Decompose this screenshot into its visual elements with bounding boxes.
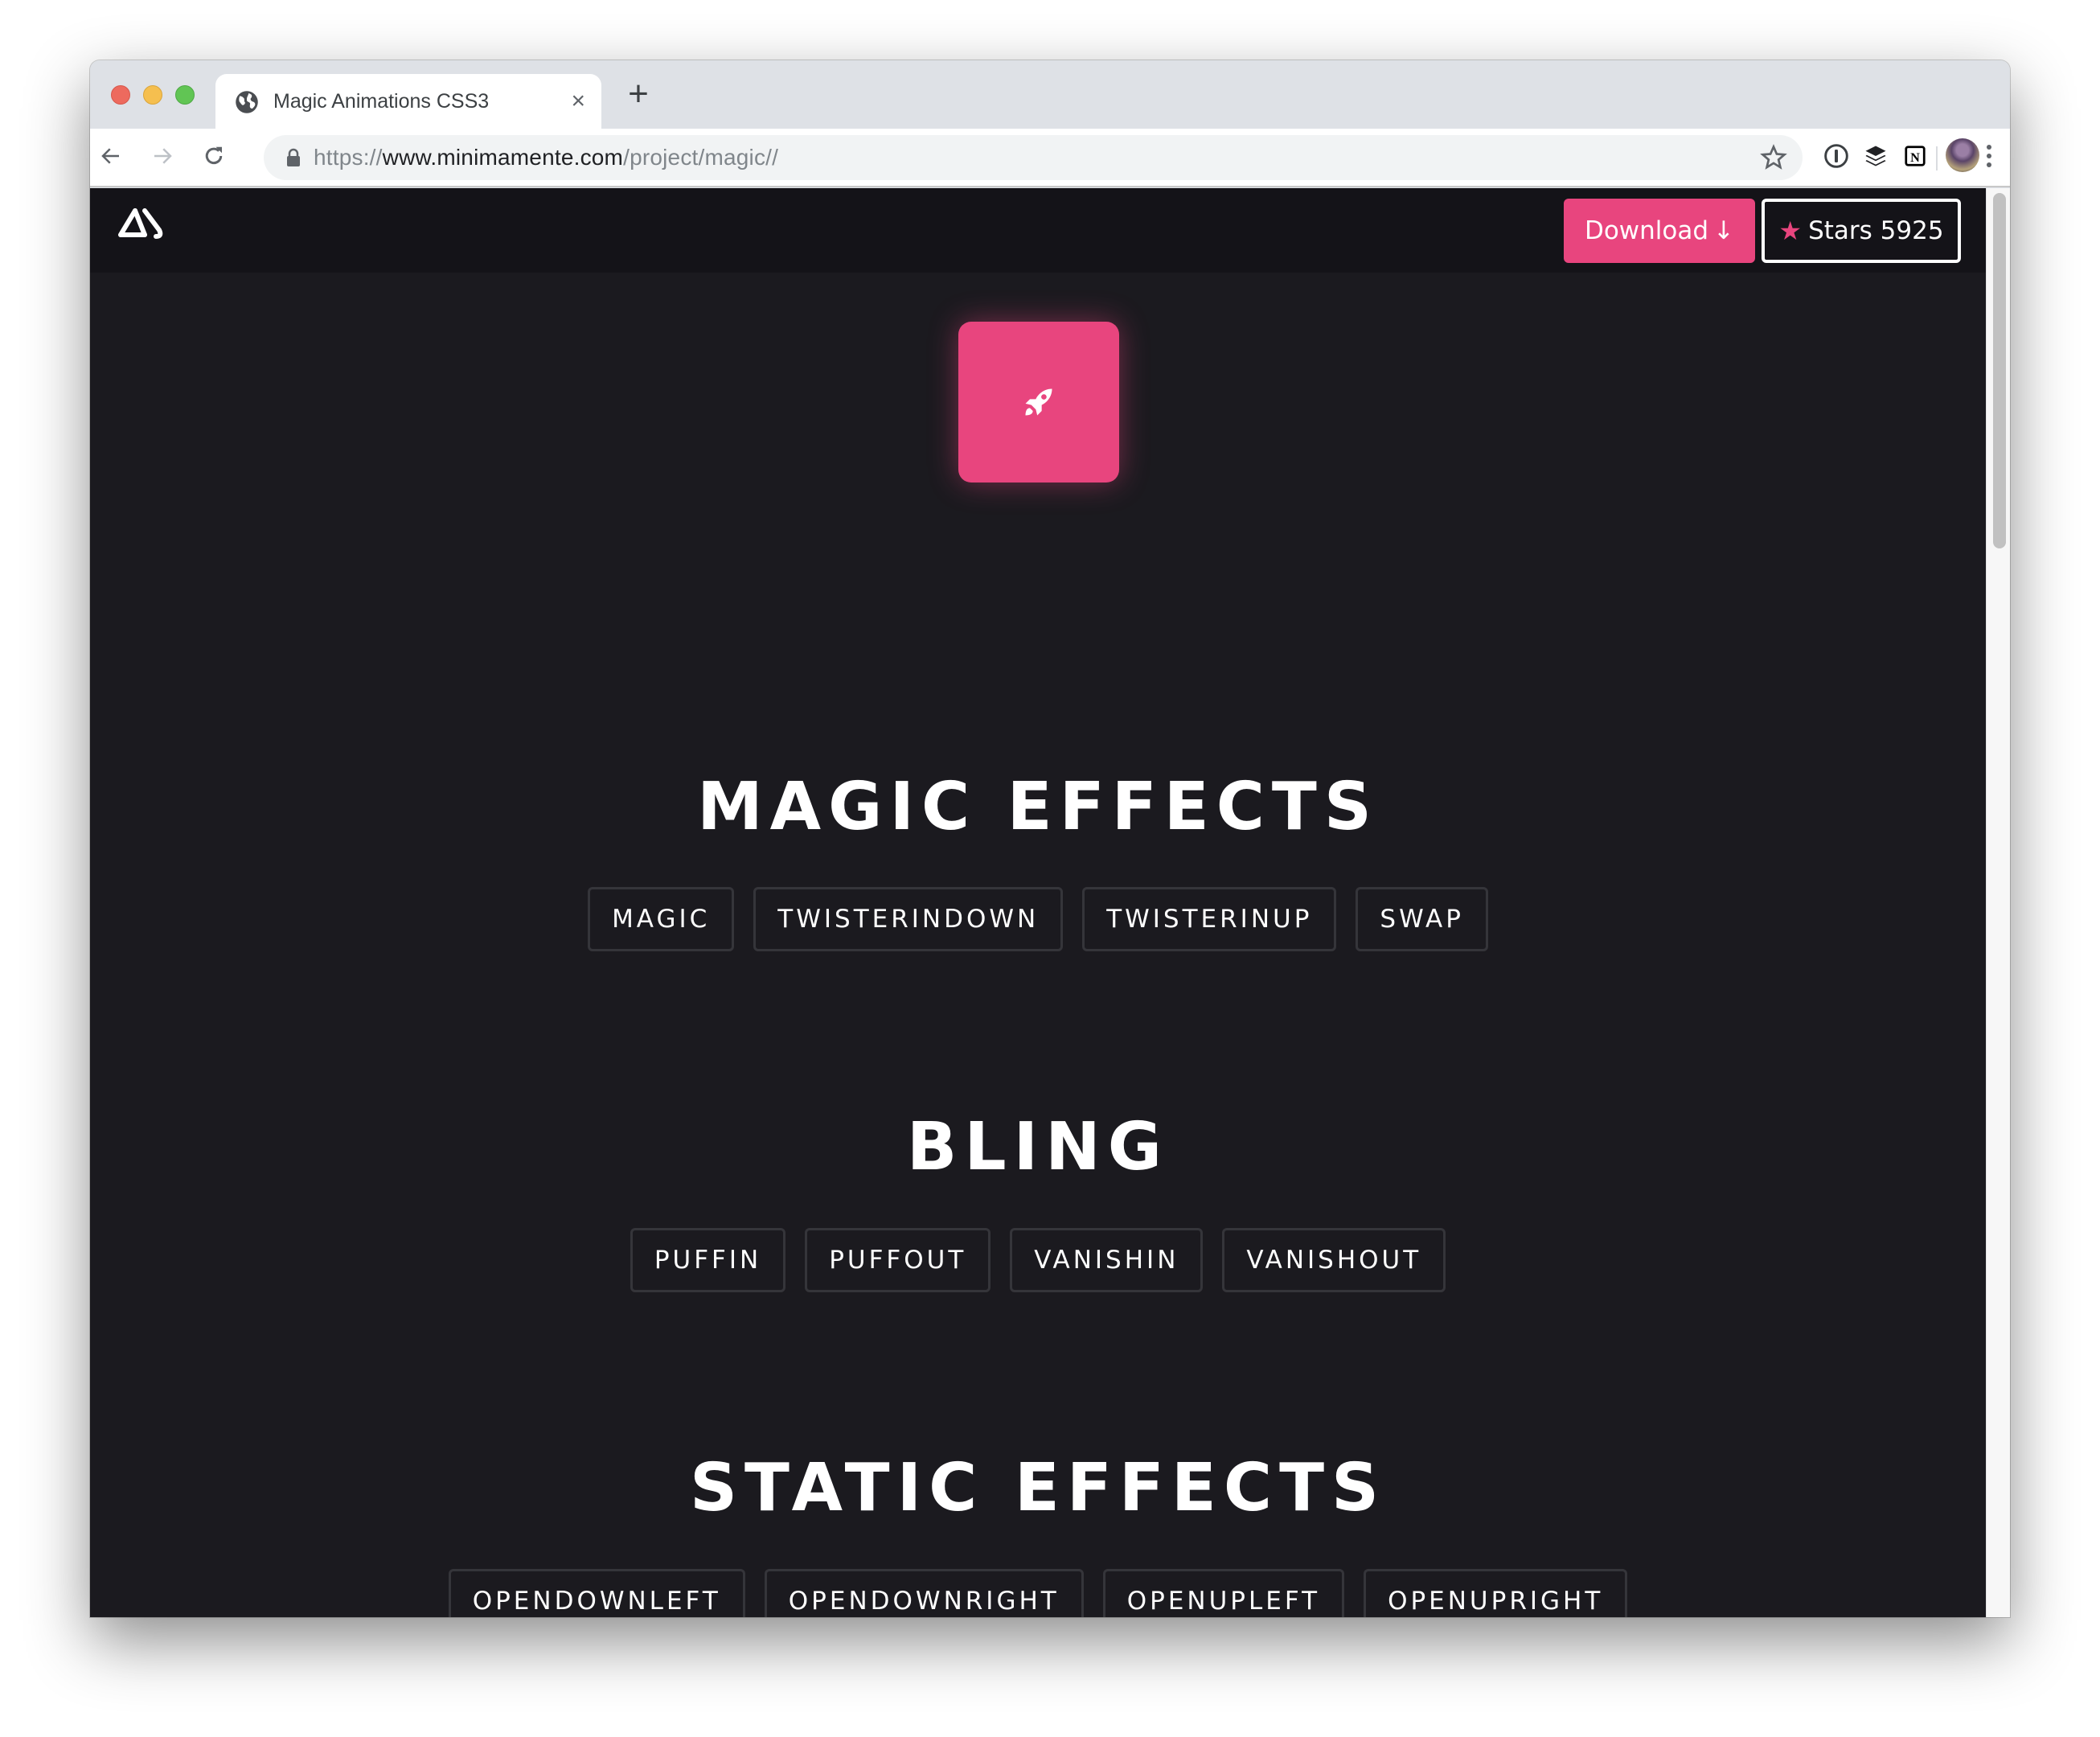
effect-button-twisterinup[interactable]: TWISTERINUP xyxy=(1082,887,1337,951)
effect-button-opendownleft[interactable]: OPENDOWNLEFT xyxy=(448,1569,745,1617)
forward-button[interactable] xyxy=(145,138,180,174)
effect-button-swap[interactable]: SWAP xyxy=(1356,887,1488,951)
effect-button-puffin[interactable]: PUFFIN xyxy=(630,1228,786,1292)
notion-icon: N xyxy=(1905,146,1926,166)
globe-icon xyxy=(236,91,258,113)
buffer-extension[interactable] xyxy=(1860,140,1892,172)
effect-button-openupright[interactable]: OPENUPRIGHT xyxy=(1364,1569,1628,1617)
effect-button-openupleft[interactable]: OPENUPLEFT xyxy=(1102,1569,1345,1617)
download-label: Download xyxy=(1584,216,1709,245)
tab-strip: Magic Animations CSS3 × + xyxy=(90,60,2010,130)
maximize-window-button[interactable] xyxy=(175,85,195,105)
bookmark-star-icon[interactable] xyxy=(1759,143,1788,172)
arrow-down-icon: ↓ xyxy=(1713,216,1735,245)
section-title-bling: BLING xyxy=(906,1109,1170,1185)
effect-button-vanishout[interactable]: VANISHOUT xyxy=(1222,1228,1446,1292)
static-effects-buttons: OPENDOWNLEFT OPENDOWNRIGHT OPENUPLEFT OP… xyxy=(90,1569,1986,1617)
minimize-window-button[interactable] xyxy=(143,85,162,105)
browser-window: Magic Animations CSS3 × + https://www.mi… xyxy=(90,60,2010,1617)
section-title-magic-effects: MAGIC EFFECTS xyxy=(697,769,1379,845)
scrollbar-thumb[interactable] xyxy=(1993,193,2006,548)
download-button[interactable]: Download ↓ xyxy=(1564,199,1755,263)
url-path: /project/magic// xyxy=(623,145,779,170)
effect-button-puffout[interactable]: PUFFOUT xyxy=(805,1228,991,1292)
effect-button-opendownright[interactable]: OPENDOWNRIGHT xyxy=(764,1569,1084,1617)
vertical-scrollbar[interactable] xyxy=(1986,188,2010,1617)
address-bar[interactable]: https://www.minimamente.com/project/magi… xyxy=(264,135,1803,180)
1password-icon xyxy=(1824,144,1848,168)
close-window-button[interactable] xyxy=(111,85,130,105)
url-text[interactable]: https://www.minimamente.com/project/magi… xyxy=(314,145,778,170)
bling-buttons: PUFFIN PUFFOUT VANISHIN VANISHOUT xyxy=(90,1228,1986,1292)
back-button[interactable] xyxy=(93,138,129,174)
stars-count: Stars 5925 xyxy=(1808,216,1944,245)
forward-arrow-icon xyxy=(154,148,172,164)
reload-button[interactable] xyxy=(196,138,232,174)
effect-button-magic[interactable]: MAGIC xyxy=(588,887,735,951)
github-stars-button[interactable]: ★ Stars 5925 xyxy=(1762,199,1961,263)
reload-icon xyxy=(205,146,223,165)
notion-extension[interactable]: N xyxy=(1899,140,1931,172)
effect-button-vanishin[interactable]: VANISHIN xyxy=(1010,1228,1204,1292)
back-arrow-icon xyxy=(101,148,119,164)
profile-avatar[interactable] xyxy=(1946,138,1979,172)
close-tab-icon[interactable]: × xyxy=(571,87,585,116)
tab-magic-animations[interactable]: Magic Animations CSS3 × xyxy=(215,74,601,130)
page-viewport: Download ↓ ★ Stars 5925 MAGIC EFFECTS MA… xyxy=(90,188,1986,1617)
toolbar-separator xyxy=(1936,146,1938,170)
effect-button-twisterindown[interactable]: TWISTERINDOWN xyxy=(753,887,1064,951)
url-scheme: https:// xyxy=(314,145,383,170)
rocket-icon xyxy=(1025,388,1052,416)
new-tab-button[interactable]: + xyxy=(621,76,656,113)
section-title-static-effects: STATIC EFFECTS xyxy=(689,1450,1387,1526)
svg-text:N: N xyxy=(1910,150,1920,165)
tab-title: Magic Animations CSS3 xyxy=(273,90,490,113)
minimamente-logo[interactable] xyxy=(117,206,167,241)
url-host: www.minimamente.com xyxy=(382,145,624,170)
magic-effects-buttons: MAGIC TWISTERINDOWN TWISTERINUP SWAP xyxy=(90,887,1986,951)
buffer-icon xyxy=(1865,146,1886,166)
animation-demo-box[interactable] xyxy=(958,322,1119,482)
site-navbar: Download ↓ ★ Stars 5925 xyxy=(90,188,1986,273)
lock-icon xyxy=(287,148,300,166)
browser-toolbar: https://www.minimamente.com/project/magi… xyxy=(90,129,2010,187)
1password-extension[interactable] xyxy=(1820,140,1852,172)
star-icon: ★ xyxy=(1778,216,1803,246)
menu-dots-icon[interactable] xyxy=(1979,140,1999,172)
